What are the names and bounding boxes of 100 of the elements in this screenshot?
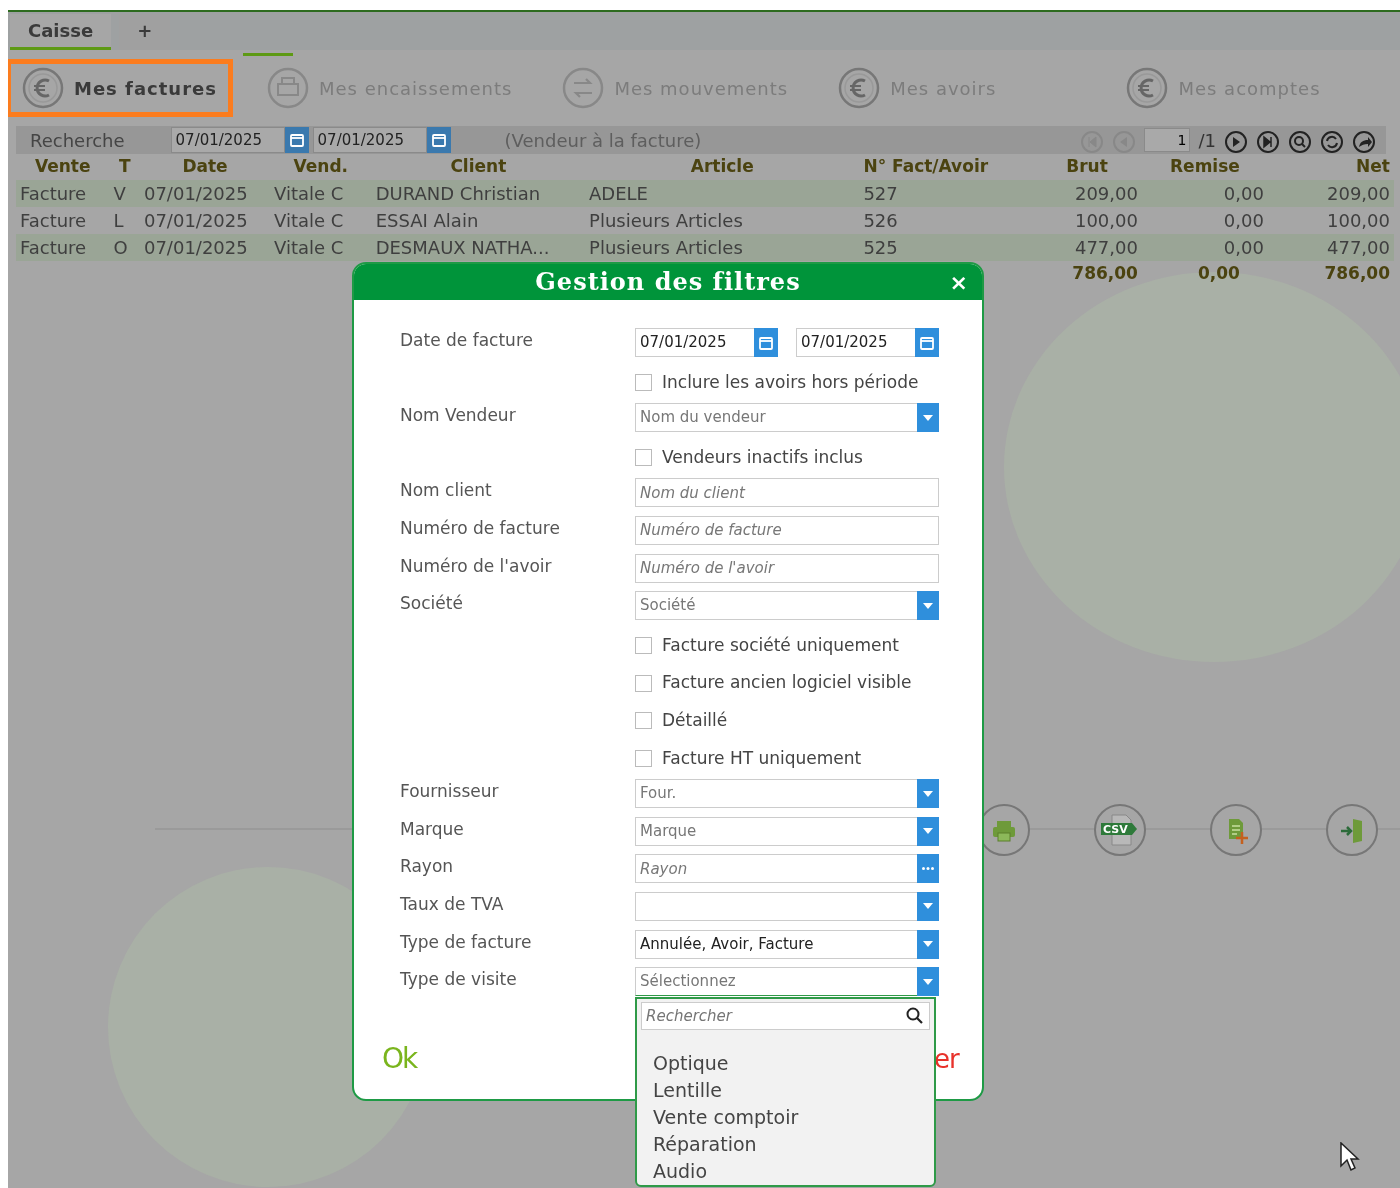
page-number-field[interactable]: 1	[1144, 128, 1191, 152]
calendar-button[interactable]	[754, 328, 778, 357]
date-field[interactable]: 07/01/2025	[312, 127, 427, 153]
field-label: Taux de TVA	[400, 892, 505, 916]
dropdown-arrow-icon	[923, 602, 933, 609]
dropdown-arrow-icon	[923, 941, 933, 947]
vendor-note: (Vendeur à la facture)	[504, 128, 702, 153]
dropdown-search-field[interactable]: Rechercher	[641, 1002, 930, 1030]
field-label: Numéro de facture	[400, 516, 561, 540]
checkbox[interactable]	[635, 449, 652, 467]
picker-field[interactable]: Rayon	[635, 854, 917, 884]
cancel-button[interactable]: er	[934, 1040, 959, 1079]
table-cell: Facture	[16, 179, 110, 207]
checkbox-label: Facture ancien logiciel visible	[662, 671, 912, 695]
table-cell: 07/01/2025	[139, 179, 271, 207]
field-label: Marque	[400, 817, 465, 841]
toolbar-button[interactable]	[1210, 804, 1262, 856]
dropdown-field[interactable]: Sélectionnez	[635, 967, 917, 997]
first-page-icon	[1080, 129, 1105, 154]
calendar-button[interactable]	[426, 127, 451, 153]
calendar-button[interactable]	[915, 328, 939, 357]
dropdown-field[interactable]: Annulée, Avoir, Facture	[635, 929, 917, 959]
dropdown-field[interactable]: Marque	[635, 816, 917, 846]
dropdown-field[interactable]: Nom du vendeur	[635, 403, 917, 433]
table-cell: 209,00	[1267, 179, 1394, 207]
table-cell: Facture	[16, 206, 110, 234]
checkbox-label: Détaillé	[662, 708, 728, 732]
checkbox[interactable]	[635, 749, 652, 767]
checkbox-label: Facture HT uniquement	[662, 746, 862, 770]
checkbox[interactable]	[635, 712, 652, 730]
calendar-button[interactable]	[284, 127, 309, 153]
csv-label: CSV	[1103, 823, 1128, 836]
transfer-icon	[562, 67, 605, 109]
column-header: Client	[371, 154, 586, 180]
table-cell: ADELE	[585, 179, 860, 207]
search-icon	[1288, 129, 1312, 154]
field-label: Date de facture	[400, 329, 534, 352]
table-cell: O	[109, 233, 140, 261]
toolbar-button[interactable]: CSV	[1094, 804, 1146, 856]
dropdown-option[interactable]: Réparation	[649, 1131, 930, 1158]
table-cell: 209,00	[1032, 179, 1142, 207]
dropdown-arrow-icon	[923, 790, 933, 797]
dropdown-option[interactable]: Optique	[649, 1050, 930, 1077]
dropdown-button[interactable]	[917, 967, 939, 997]
table-cell: 07/01/2025	[139, 233, 271, 261]
dropdown-button[interactable]	[917, 591, 939, 621]
toolbar-button[interactable]	[1326, 804, 1378, 856]
table-cell: ESSAI Alain	[371, 206, 586, 234]
table-cell: 0,00	[1141, 206, 1268, 234]
table-cell: 07/01/2025	[139, 206, 271, 234]
table-cell: Vitale C	[270, 179, 372, 207]
table-cell: DURAND Christian	[371, 179, 586, 207]
dropdown-button[interactable]	[917, 403, 939, 433]
checkbox[interactable]	[635, 637, 652, 654]
more-button[interactable]	[917, 854, 939, 884]
table-cell: L	[109, 206, 140, 234]
field-label: Rayon	[400, 855, 455, 879]
dropdown-option[interactable]: Lentille	[649, 1077, 930, 1104]
table-cell: Plusieurs Articles	[585, 233, 860, 261]
more-icon	[922, 867, 934, 871]
dialog-title: Gestion des filtres	[535, 266, 801, 298]
dropdown-field[interactable]	[635, 891, 917, 921]
table-cell: 526	[859, 206, 1033, 234]
dropdown-arrow-icon	[923, 414, 933, 421]
mouse-cursor-icon	[1340, 1142, 1360, 1172]
date-field[interactable]: 07/01/2025	[635, 328, 754, 357]
column-header: Vente	[16, 154, 110, 180]
date-field[interactable]: 07/01/2025	[796, 328, 915, 357]
next-page-icon	[1224, 129, 1248, 154]
close-button[interactable]: ×	[947, 266, 970, 299]
dropdown-arrow-icon	[923, 828, 933, 835]
table-cell: 477,00	[1032, 233, 1142, 261]
dropdown-button[interactable]	[917, 779, 939, 809]
tab[interactable]: Caisse	[10, 14, 112, 50]
dropdown-button[interactable]	[917, 929, 939, 959]
dropdown-option[interactable]: Vente comptoir	[649, 1104, 930, 1131]
checkbox-label: Vendeurs inactifs inclus	[662, 445, 863, 469]
date-field[interactable]: 07/01/2025	[170, 127, 285, 153]
dropdown-arrow-icon	[923, 903, 933, 910]
total-cell: 0,00	[1141, 260, 1268, 286]
checkbox-label: Facture société uniquement	[662, 633, 899, 657]
table-cell: 100,00	[1032, 206, 1142, 234]
dropdown-field[interactable]: Société	[635, 591, 917, 621]
dropdown-button[interactable]	[917, 816, 939, 846]
dropdown-field[interactable]: Four.	[635, 779, 917, 809]
column-header: Remise	[1141, 154, 1268, 180]
search-icon	[905, 1006, 925, 1026]
column-header: N° Fact/Avoir	[859, 154, 1033, 180]
section-tab[interactable]: Mes factures	[8, 61, 231, 115]
column-header: Vend.	[270, 154, 372, 180]
table-cell: Vitale C	[270, 206, 372, 234]
checkbox[interactable]	[635, 674, 652, 692]
text-field[interactable]: Nom du client	[635, 478, 939, 508]
dropdown-arrow-icon	[923, 978, 933, 985]
text-field[interactable]: Numéro de l'avoir	[635, 553, 939, 583]
column-header: T	[109, 154, 140, 180]
dropdown-option[interactable]: Audio	[649, 1158, 930, 1185]
checkbox[interactable]	[635, 373, 652, 391]
text-field[interactable]: Numéro de facture	[635, 515, 939, 545]
dropdown-button[interactable]	[917, 891, 939, 921]
